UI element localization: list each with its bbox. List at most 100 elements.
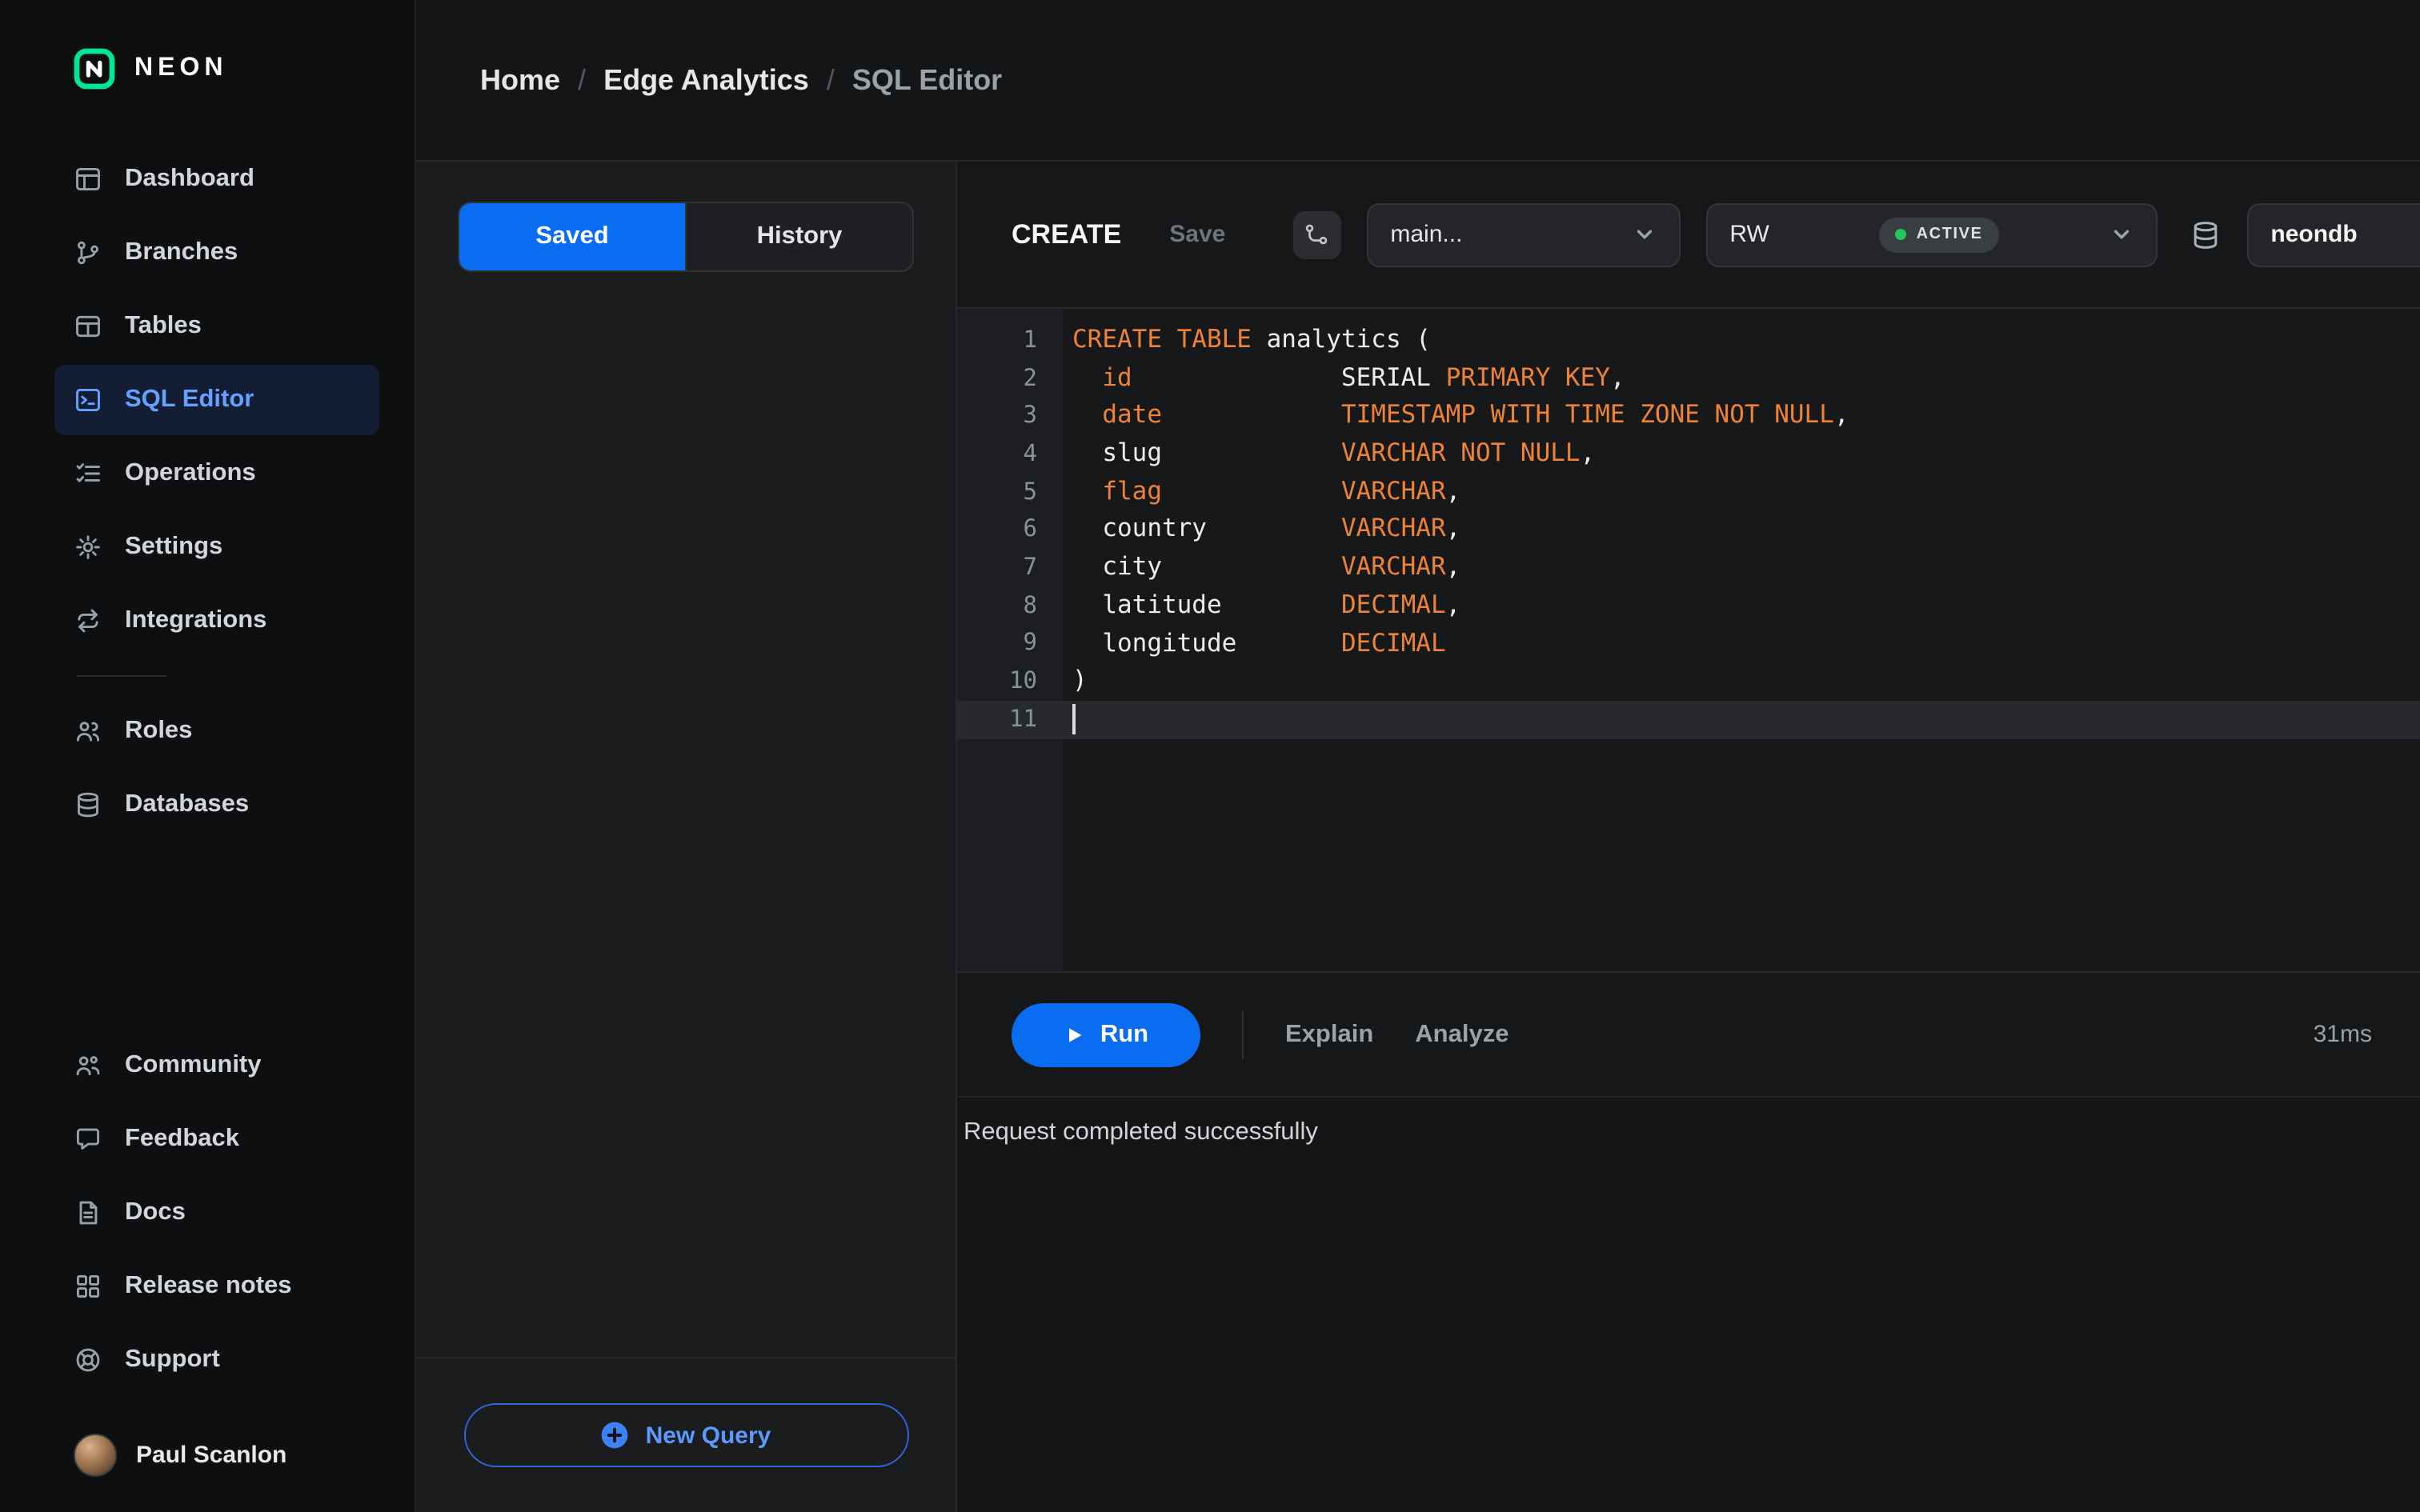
- sidebar-item-label: SQL Editor: [125, 386, 254, 413]
- run-label: Run: [1100, 1020, 1149, 1047]
- sidebar-item-release-notes[interactable]: Release notes: [54, 1251, 379, 1322]
- result-status-area: Request completed successfully: [957, 1096, 2420, 1512]
- user-menu[interactable]: Paul Scanlon: [74, 1434, 379, 1477]
- line-number: 9: [1023, 630, 1037, 657]
- breadcrumb-item-edge-analytics[interactable]: Edge Analytics: [603, 63, 809, 97]
- play-icon: [1064, 1023, 1086, 1046]
- active-status-label: ACTIVE: [1916, 226, 1983, 243]
- tables-icon: [74, 312, 102, 341]
- sidebar-item-label: Community: [125, 1051, 262, 1078]
- app: NEON Dashboard Branches Tables SQL Editor Op…: [0, 0, 2420, 1512]
- sidebar-item-sql-editor[interactable]: SQL Editor: [54, 365, 379, 435]
- queries-panel: Saved History New Query: [416, 162, 957, 1512]
- database-selector[interactable]: neondb: [2246, 202, 2420, 266]
- line-number: 10: [1009, 669, 1037, 695]
- sql-editor-icon: [74, 386, 102, 414]
- line-number: 5: [1023, 479, 1037, 506]
- code-line-10[interactable]: 10): [957, 662, 2420, 700]
- explain-button[interactable]: Explain: [1285, 1020, 1373, 1049]
- chevron-down-icon: [1632, 222, 1656, 246]
- line-number: 4: [1023, 441, 1037, 467]
- save-button[interactable]: Save: [1169, 221, 1225, 248]
- code-line-11[interactable]: 11: [957, 700, 2420, 739]
- neon-logo[interactable]: NEON: [74, 48, 415, 90]
- code-editor[interactable]: 1 CREATE TABLE analytics ( 2 id SERIAL PRI…: [957, 309, 2420, 971]
- sidebar-item-label: Support: [125, 1346, 220, 1373]
- code-line-1[interactable]: 1 CREATE TABLE analytics (: [957, 322, 2420, 359]
- sidebar-item-label: Dashboard: [125, 165, 254, 192]
- sidebar-nav-secondary: Roles Databases: [0, 696, 415, 843]
- saved-history-tabs: Saved History: [458, 202, 914, 272]
- tab-history[interactable]: History: [685, 203, 912, 270]
- branches-icon: [74, 238, 102, 267]
- text-cursor: [1072, 704, 1076, 735]
- avatar: [74, 1434, 117, 1477]
- chevron-down-icon: [2109, 222, 2133, 246]
- breadcrumb-item-home[interactable]: Home: [480, 63, 560, 97]
- sidebar-item-label: Docs: [125, 1198, 186, 1226]
- code-line-4[interactable]: 4 slug VARCHAR NOT NULL,: [957, 435, 2420, 473]
- compute-selector[interactable]: RW ACTIVE: [1705, 202, 2158, 266]
- top-bar: Home / Edge Analytics / SQL Editor: [416, 0, 2420, 162]
- saved-queries-list: [416, 304, 956, 1357]
- sidebar-item-docs[interactable]: Docs: [54, 1178, 379, 1248]
- code-line-7[interactable]: 7 city VARCHAR,: [957, 549, 2420, 586]
- code-text: longitude DECIMAL: [1072, 628, 1446, 657]
- line-number: 8: [1023, 593, 1037, 619]
- code-line-8[interactable]: 8 latitude DECIMAL,: [957, 587, 2420, 625]
- code-text: [1063, 704, 1076, 735]
- code-text: country VARCHAR,: [1072, 514, 1461, 543]
- line-number: 3: [1023, 403, 1037, 430]
- sidebar-nav-footer: Community Feedback Docs Release notes Suppor…: [0, 1030, 415, 1395]
- code-line-2[interactable]: 2 id SERIAL PRIMARY KEY,: [957, 359, 2420, 397]
- breadcrumb-item-sql-editor: SQL Editor: [851, 63, 1003, 95]
- support-icon: [74, 1346, 102, 1374]
- code-text: id SERIAL PRIMARY KEY,: [1102, 362, 1625, 392]
- sidebar-item-support[interactable]: Support: [54, 1325, 379, 1395]
- sidebar-item-branches[interactable]: Branches: [54, 218, 379, 288]
- sidebar-item-integrations[interactable]: Integrations: [54, 586, 379, 656]
- community-icon: [74, 1051, 102, 1080]
- tab-saved[interactable]: Saved: [459, 203, 685, 270]
- content: Saved History New Query CREATE Save main…: [416, 162, 2420, 1512]
- sidebar-item-settings[interactable]: Settings: [54, 512, 379, 582]
- sidebar-item-tables[interactable]: Tables: [54, 291, 379, 362]
- code-text: date TIMESTAMP WITH TIME ZONE NOT NULL,: [1102, 400, 1849, 430]
- logo-text: NEON: [134, 54, 228, 82]
- run-button[interactable]: Run: [1012, 1002, 1200, 1066]
- new-query-button[interactable]: New Query: [463, 1403, 908, 1467]
- databases-icon: [74, 790, 102, 819]
- code-line-9[interactable]: 9 longitude DECIMAL: [957, 625, 2420, 662]
- sidebar-divider: [77, 675, 166, 677]
- run-bar-divider: [1242, 1010, 1244, 1058]
- branch-selector-value: main...: [1390, 221, 1463, 248]
- settings-icon: [74, 533, 102, 562]
- sidebar-item-label: Roles: [125, 717, 193, 744]
- sidebar-item-community[interactable]: Community: [54, 1030, 379, 1101]
- code-text: slug VARCHAR NOT NULL,: [1072, 438, 1596, 468]
- branch-selector[interactable]: main...: [1366, 202, 1681, 266]
- sidebar-item-roles[interactable]: Roles: [54, 696, 379, 766]
- code-line-6[interactable]: 6 country VARCHAR,: [957, 511, 2420, 549]
- line-number: 2: [1023, 366, 1037, 392]
- code-text: CREATE TABLE analytics (: [1072, 325, 1431, 354]
- editor-header: CREATE Save main... RW ACTIVE neondb: [957, 162, 2420, 309]
- new-query-label: New Query: [645, 1422, 771, 1449]
- sidebar-item-label: Feedback: [125, 1125, 240, 1152]
- code-line-3[interactable]: 3 date TIMESTAMP WITH TIME ZONE NOT NULL…: [957, 398, 2420, 435]
- line-number: 1: [1023, 327, 1037, 354]
- sidebar: NEON Dashboard Branches Tables SQL Editor Op…: [0, 0, 416, 1512]
- analyze-button[interactable]: Analyze: [1415, 1020, 1508, 1049]
- breadcrumb: Home / Edge Analytics / SQL Editor: [480, 63, 1002, 97]
- breadcrumb-separator: /: [826, 63, 835, 95]
- code-line-5[interactable]: 5 flag VARCHAR,: [957, 474, 2420, 511]
- integrations-icon: [74, 606, 102, 635]
- release-notes-icon: [74, 1272, 102, 1301]
- sidebar-item-databases[interactable]: Databases: [54, 770, 379, 840]
- sidebar-item-feedback[interactable]: Feedback: [54, 1104, 379, 1174]
- sidebar-item-operations[interactable]: Operations: [54, 438, 379, 509]
- sidebar-item-dashboard[interactable]: Dashboard: [54, 144, 379, 214]
- database-selector-value: neondb: [2270, 221, 2358, 248]
- sidebar-item-label: Tables: [125, 312, 202, 339]
- branch-connection-icon-button[interactable]: [1292, 210, 1341, 258]
